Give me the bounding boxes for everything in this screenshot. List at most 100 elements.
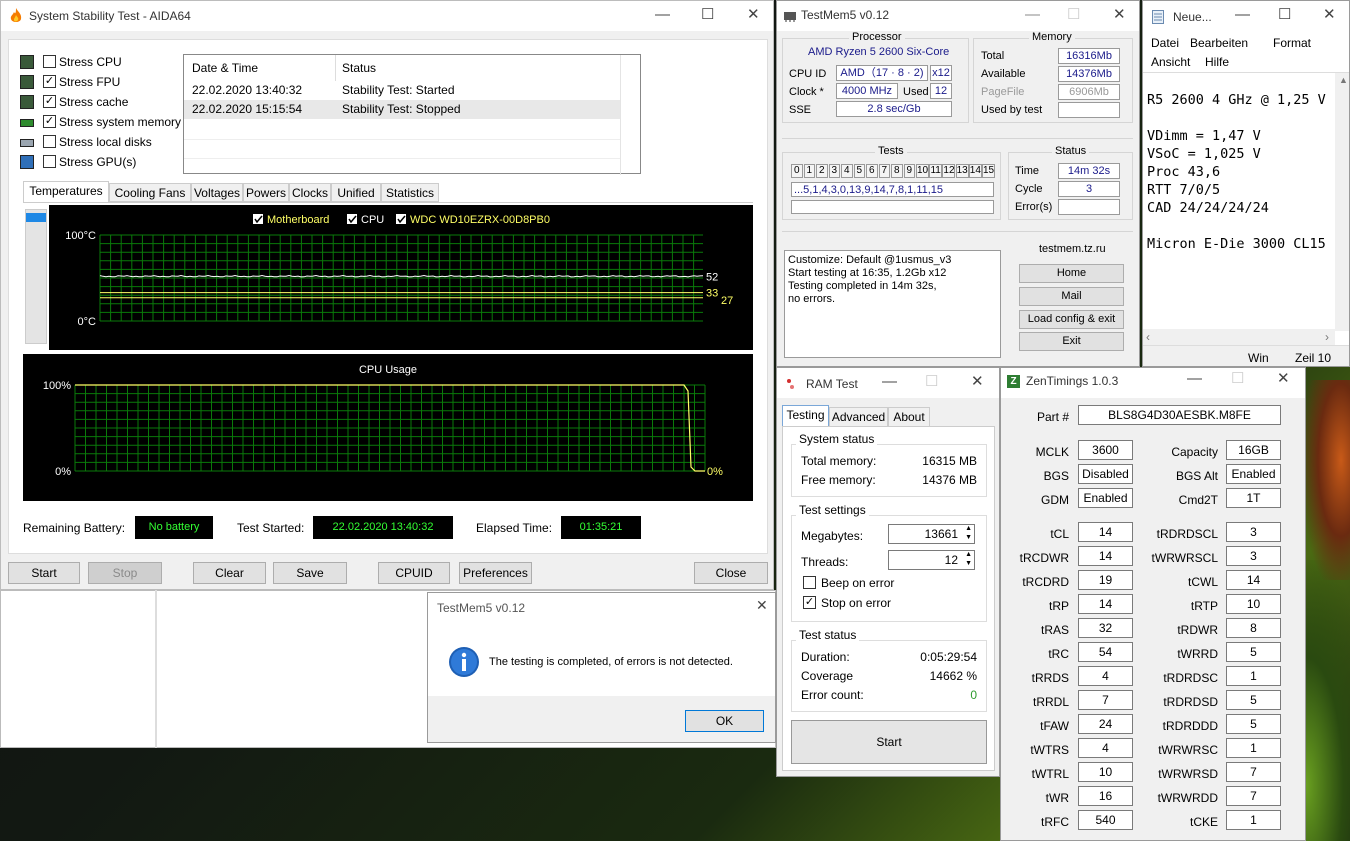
test-log[interactable]: Customize: Default @1usmus_v3 Start testi…	[784, 250, 1001, 358]
stress-option[interactable]: ✓ Stress cache	[19, 94, 189, 112]
tab-cooling-fans[interactable]: Cooling Fans	[109, 183, 191, 202]
section-separator	[782, 231, 1133, 232]
chart-title: CPU Usage	[359, 364, 417, 376]
scroll-right-icon[interactable]: ›	[1325, 330, 1329, 344]
save-button[interactable]: Save	[273, 562, 347, 584]
legend-checkbox	[396, 214, 406, 224]
stress-checkbox[interactable]: ✓	[43, 115, 56, 128]
tab-statistics[interactable]: Statistics	[381, 183, 439, 202]
temperature-scrollbar[interactable]	[25, 209, 47, 344]
close-button[interactable]: Close	[694, 562, 768, 584]
load-config-button[interactable]: Load config & exit	[1019, 310, 1124, 329]
tab-about[interactable]: About	[888, 407, 930, 426]
stress-checkbox[interactable]	[43, 155, 56, 168]
maximize-button[interactable]: ☐	[701, 7, 714, 23]
ok-button[interactable]: OK	[685, 710, 764, 732]
tab-powers[interactable]: Powers	[243, 183, 289, 202]
legend-item: CPU	[347, 214, 384, 226]
start-button[interactable]: Start	[8, 562, 80, 584]
tab-clocks[interactable]: Clocks	[289, 183, 331, 202]
menu-datei[interactable]: Datei	[1151, 36, 1179, 50]
test-number: 6	[866, 164, 878, 178]
used-value: 12	[930, 83, 952, 99]
cpuid-button[interactable]: CPUID	[378, 562, 450, 584]
legend-item: WDC WD10EZRX-00D8PB0	[396, 214, 550, 226]
timing-value: 8	[1226, 618, 1281, 638]
menu-bearbeiten[interactable]: Bearbeiten	[1190, 36, 1248, 50]
megabytes-input[interactable]: 13661 ▲ ▼	[888, 524, 975, 544]
tab-temperatures[interactable]: Temperatures	[23, 181, 109, 203]
scroll-up-icon[interactable]: ▲	[1339, 75, 1348, 85]
horizontal-scrollbar[interactable]	[1143, 329, 1335, 345]
mail-button[interactable]: Mail	[1019, 287, 1124, 306]
menu-hilfe[interactable]: Hilfe	[1205, 55, 1229, 69]
timing-label: tRDRDSD	[1163, 695, 1218, 709]
stress-checkbox[interactable]	[43, 135, 56, 148]
close-window-button[interactable]: ✕	[747, 7, 760, 23]
close-window-button[interactable]: ✕	[1323, 7, 1336, 23]
exit-button[interactable]: Exit	[1019, 332, 1124, 351]
temperature-plot: 100°C 0°C Motherboard CPU WDC WD10EZRX-00D8P…	[65, 214, 733, 328]
tab-advanced[interactable]: Advanced	[829, 407, 888, 426]
minimize-button[interactable]: —	[1187, 371, 1202, 387]
log-row[interactable]: 22.02.2020 13:40:32 Stability Test: Star…	[184, 81, 620, 100]
vertical-scrollbar[interactable]	[1335, 73, 1349, 331]
preferences-button[interactable]: Preferences	[459, 562, 532, 584]
stop-on-error-checkbox[interactable]: ✓	[803, 596, 816, 609]
scrollbar-thumb[interactable]	[26, 213, 46, 222]
stop-button[interactable]: Stop	[88, 562, 162, 584]
clear-button[interactable]: Clear	[193, 562, 266, 584]
minimize-button[interactable]: —	[655, 7, 670, 23]
timing-value: 24	[1078, 714, 1133, 734]
timing-value: 3	[1226, 522, 1281, 542]
stress-option[interactable]: Stress CPU	[19, 54, 189, 72]
menu-format[interactable]: Format	[1273, 36, 1311, 50]
threads-input[interactable]: 12 ▲ ▼	[888, 550, 975, 570]
stress-option[interactable]: Stress GPU(s)	[19, 154, 189, 172]
ramtest-start-button[interactable]: Start	[791, 720, 987, 764]
maximize-button[interactable]: ☐	[1067, 7, 1080, 23]
tab-voltages[interactable]: Voltages	[191, 183, 243, 202]
close-window-button[interactable]: ✕	[1113, 7, 1126, 23]
spin-up-icon[interactable]: ▲	[965, 525, 972, 532]
log-header-date[interactable]: Date & Time	[192, 61, 258, 75]
ramtest-titlebar: RAM Test — ☐ ✕	[777, 368, 999, 398]
maximize-button[interactable]: ☐	[1231, 371, 1244, 387]
stress-option[interactable]: ✓ Stress FPU	[19, 74, 189, 92]
tab-testing[interactable]: Testing	[782, 405, 829, 427]
timing-value: 19	[1078, 570, 1133, 590]
dialog-close-button[interactable]: ✕	[756, 597, 768, 613]
test-number: 2	[816, 164, 828, 178]
menu-ansicht[interactable]: Ansicht	[1151, 55, 1190, 69]
maximize-button[interactable]: ☐	[1278, 7, 1291, 23]
tab-unified[interactable]: Unified	[331, 183, 381, 202]
stress-option[interactable]: Stress local disks	[19, 134, 189, 152]
spin-down-icon[interactable]: ▼	[965, 534, 972, 541]
text-line	[1147, 217, 1337, 235]
stress-checkbox[interactable]	[43, 55, 56, 68]
beep-on-error-checkbox[interactable]	[803, 576, 816, 589]
dialog-title: TestMem5 v0.12	[437, 601, 526, 615]
close-window-button[interactable]: ✕	[1277, 371, 1290, 387]
minimize-button[interactable]: —	[882, 374, 897, 390]
log-row[interactable]: 22.02.2020 15:15:54 Stability Test: Stop…	[184, 100, 620, 119]
log-header-status[interactable]: Status	[342, 61, 376, 75]
minimize-button[interactable]: —	[1235, 7, 1250, 23]
spin-down-icon[interactable]: ▼	[965, 560, 972, 567]
test-number: 0	[791, 164, 803, 178]
timing-label: tRP	[1048, 599, 1069, 613]
scroll-left-icon[interactable]: ‹	[1146, 330, 1150, 344]
close-window-button[interactable]: ✕	[971, 374, 984, 390]
timing-label: Capacity	[1171, 445, 1218, 459]
desktop-orange-glow	[1305, 380, 1350, 580]
spin-up-icon[interactable]: ▲	[965, 551, 972, 558]
notepad-text[interactable]: R5 2600 4 GHz @ 1,25 V VDimm = 1,47 V VSoC…	[1147, 91, 1337, 326]
stress-checkbox[interactable]: ✓	[43, 75, 56, 88]
minimize-button[interactable]: —	[1025, 7, 1040, 23]
legend-label: WDC WD10EZRX-00D8PB0	[410, 214, 550, 226]
stress-checkbox[interactable]: ✓	[43, 95, 56, 108]
home-button[interactable]: Home	[1019, 264, 1124, 283]
timing-label: tRDWR	[1177, 623, 1218, 637]
maximize-button[interactable]: ☐	[925, 374, 938, 390]
stress-option[interactable]: ✓ Stress system memory	[19, 114, 189, 132]
